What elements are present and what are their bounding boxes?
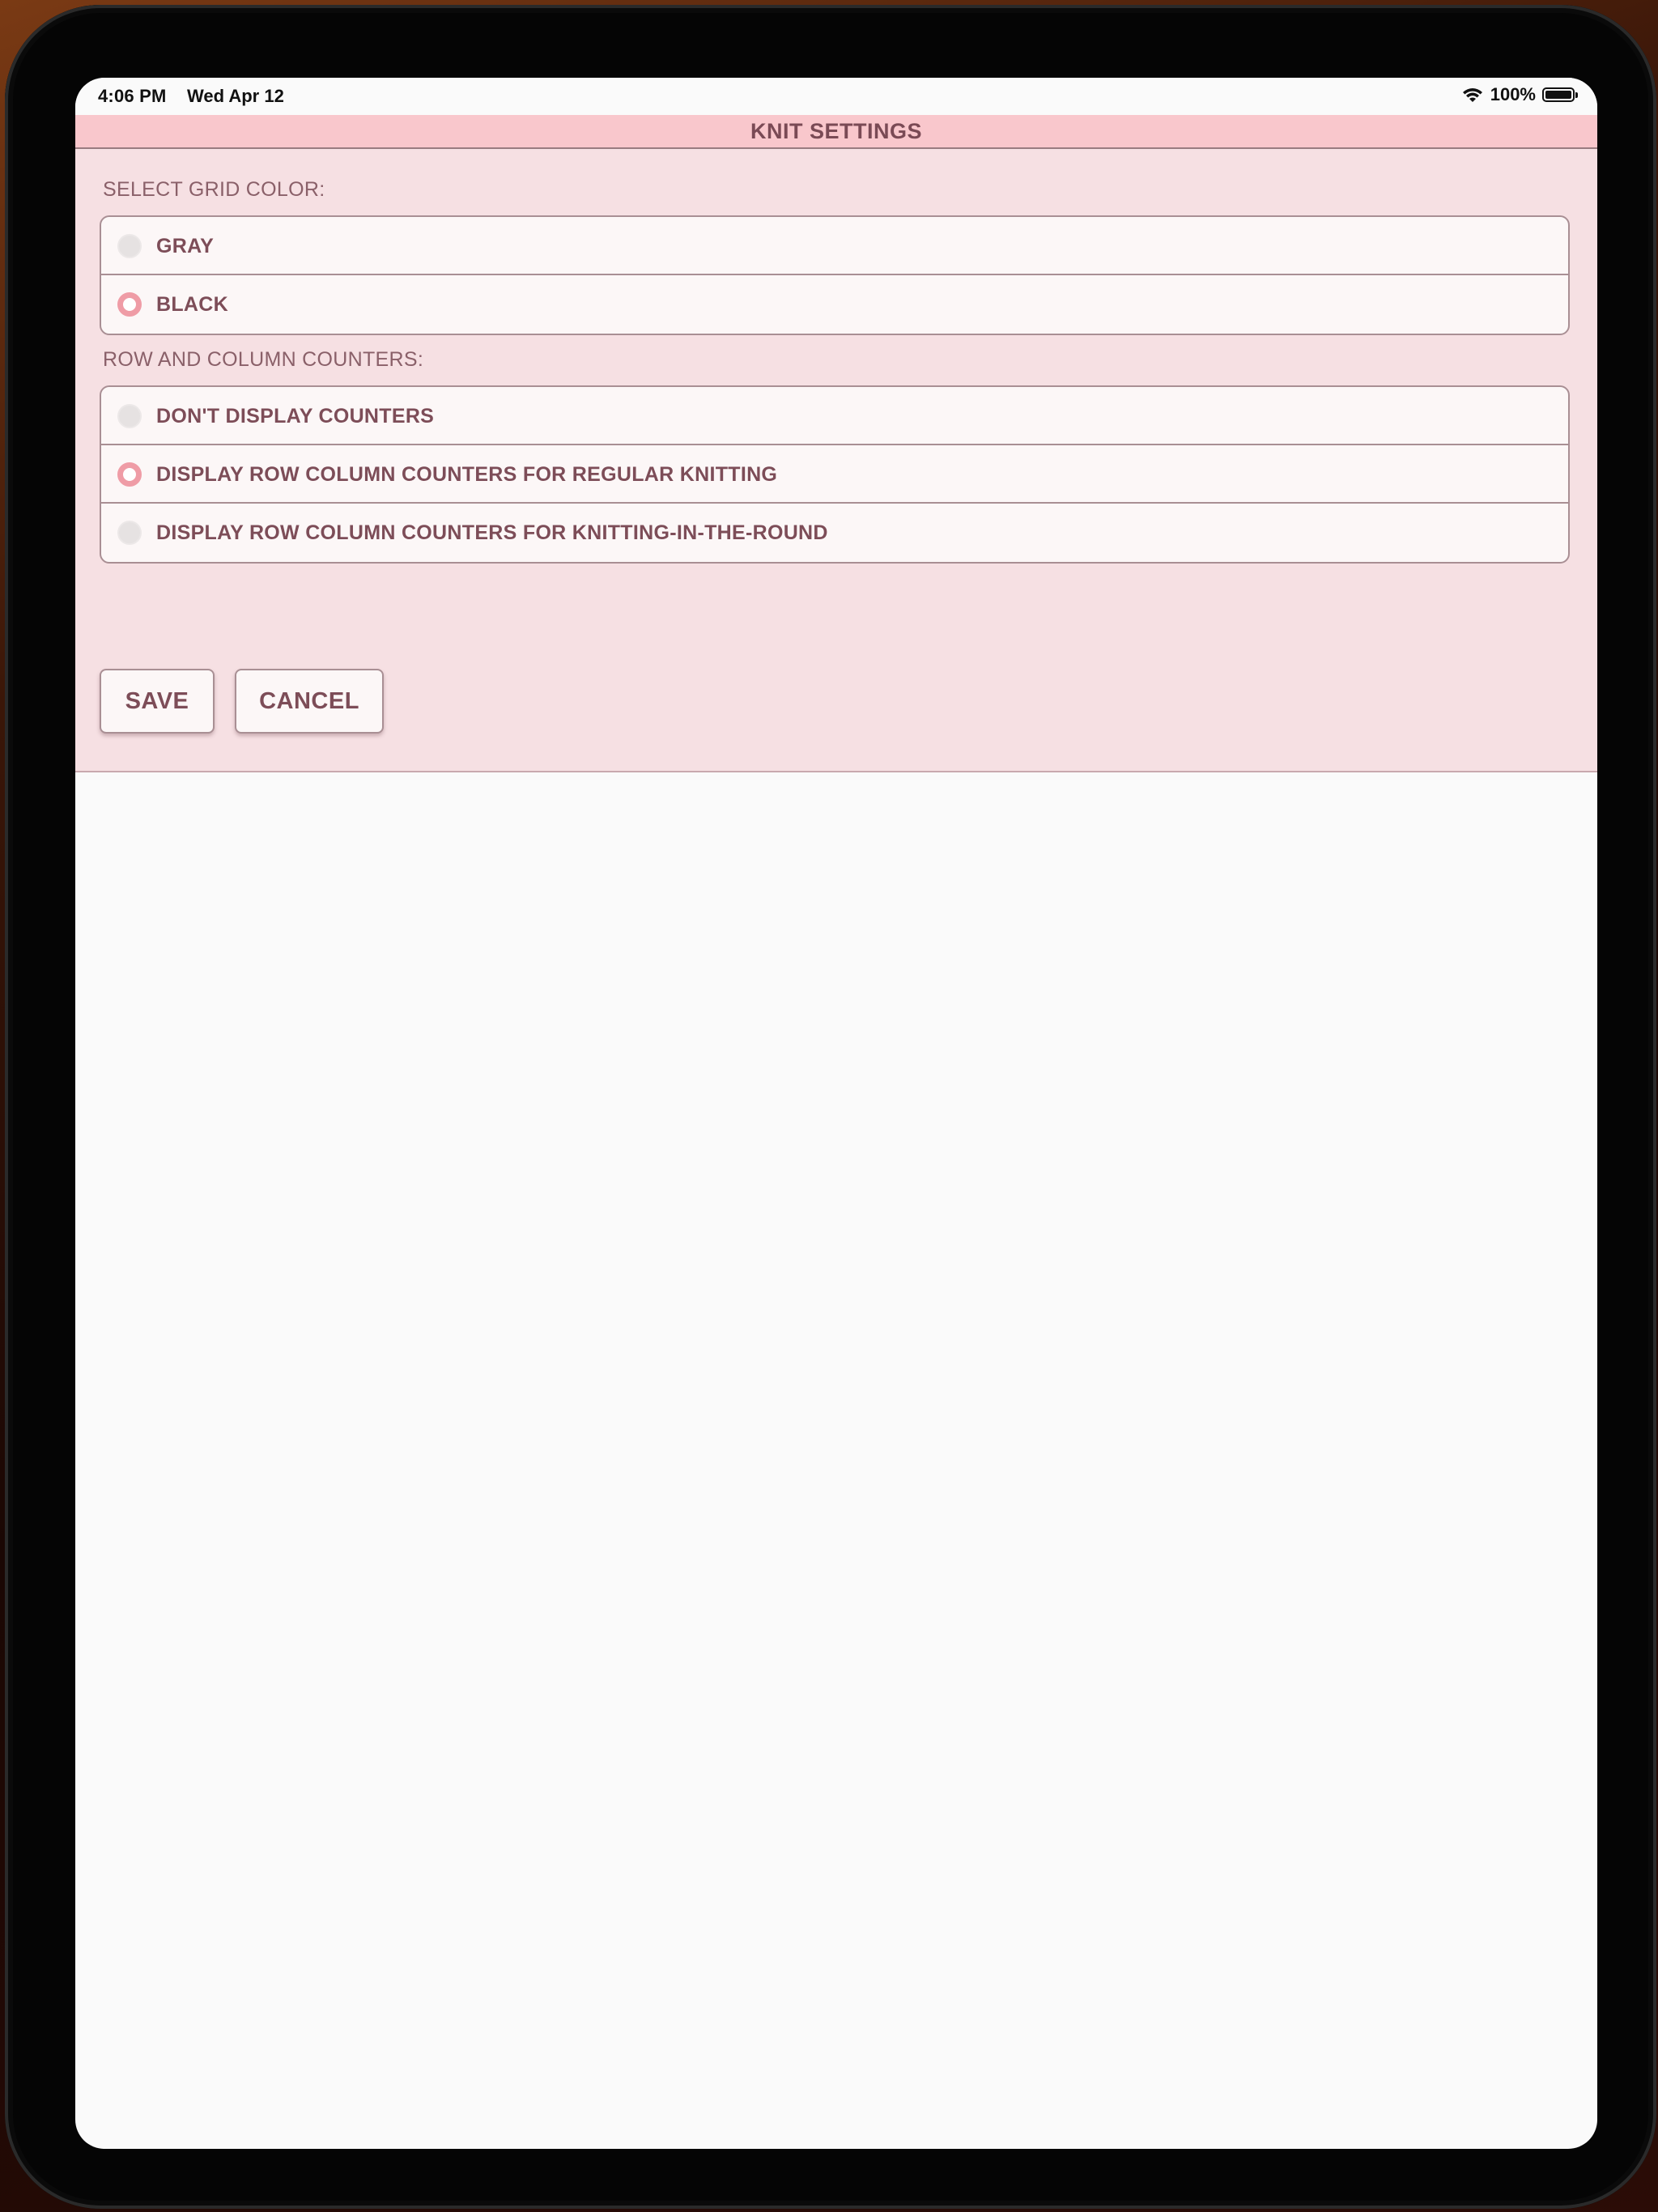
counters-label: ROW AND COLUMN COUNTERS: (103, 348, 424, 371)
radio-button[interactable] (117, 404, 142, 428)
status-time: 4:06 PM (98, 86, 167, 106)
battery-percent: 100% (1490, 84, 1536, 104)
page-title: KNIT SETTINGS (75, 115, 1597, 149)
save-button[interactable]: SAVE (100, 669, 215, 734)
cancel-button[interactable]: CANCEL (235, 669, 384, 734)
radio-label: DISPLAY ROW COLUMN COUNTERS FOR REGULAR … (156, 463, 778, 486)
radio-option-regular-knitting[interactable]: DISPLAY ROW COLUMN COUNTERS FOR REGULAR … (101, 445, 1568, 504)
radio-label: GRAY (156, 235, 215, 257)
counters-radio-group: DON'T DISPLAY COUNTERS DISPLAY ROW COLUM… (100, 385, 1570, 564)
radio-button[interactable] (117, 521, 142, 545)
screen: 4:06 PM Wed Apr 12 100% KNIT SETTINGS SE… (75, 78, 1597, 2149)
battery-fill (1545, 91, 1571, 99)
device-frame: 4:06 PM Wed Apr 12 100% KNIT SETTINGS SE… (5, 5, 1656, 2209)
radio-option-gray[interactable]: GRAY (101, 217, 1568, 275)
grid-color-radio-group: GRAY BLACK (100, 215, 1570, 335)
radio-label: DISPLAY ROW COLUMN COUNTERS FOR KNITTING… (156, 521, 828, 544)
grid-color-label: SELECT GRID COLOR: (103, 178, 325, 201)
battery-icon (1542, 87, 1578, 102)
radio-label: BLACK (156, 293, 228, 316)
radio-option-dont-display[interactable]: DON'T DISPLAY COUNTERS (101, 387, 1568, 445)
radio-label: DON'T DISPLAY COUNTERS (156, 405, 435, 428)
status-date: Wed Apr 12 (187, 86, 284, 106)
wifi-icon (1462, 88, 1482, 102)
status-bar: 4:06 PM Wed Apr 12 100% (75, 78, 1597, 115)
status-indicators: 100% (1461, 84, 1578, 105)
radio-button[interactable] (117, 462, 142, 487)
radio-button[interactable] (117, 234, 142, 258)
settings-panel: SELECT GRID COLOR: GRAY BLACK ROW AND CO… (75, 149, 1597, 772)
radio-option-knitting-in-the-round[interactable]: DISPLAY ROW COLUMN COUNTERS FOR KNITTING… (101, 504, 1568, 562)
radio-button[interactable] (117, 292, 142, 317)
radio-option-black[interactable]: BLACK (101, 275, 1568, 334)
